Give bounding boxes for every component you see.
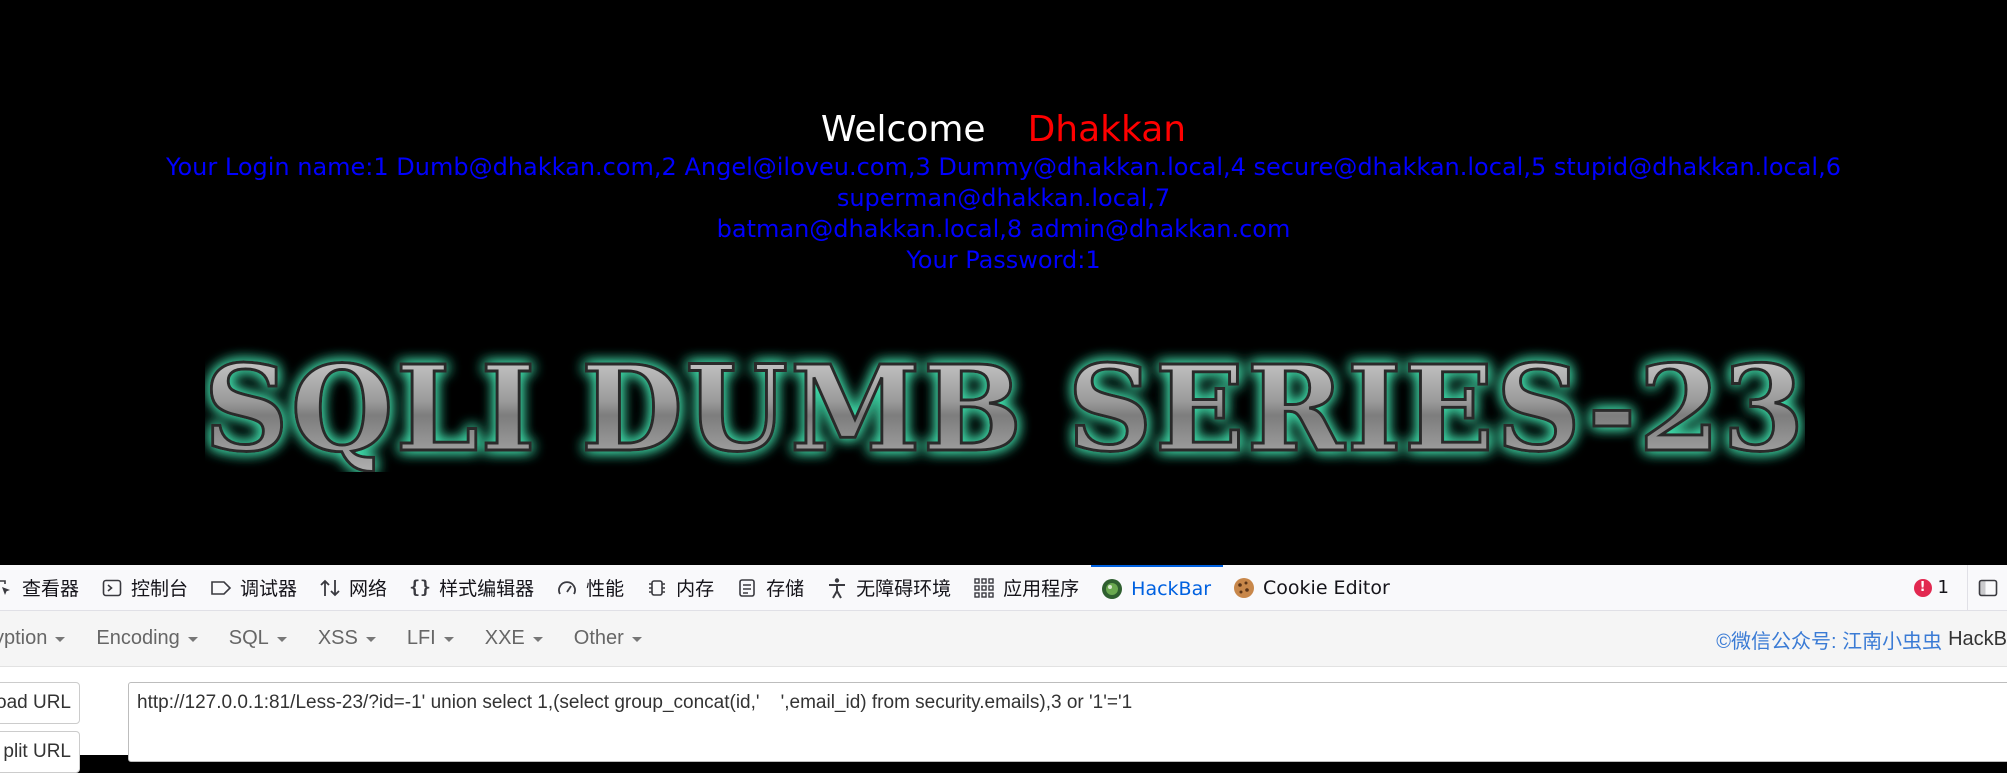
login-info: Your Login name:1 Dumb@dhakkan.com,2 Ang… — [30, 152, 1977, 276]
menu-xss[interactable]: XSS — [318, 627, 376, 650]
menu-encryption[interactable]: yption — [0, 627, 66, 650]
tab-inspector[interactable]: 查看器 — [0, 565, 91, 611]
hackbar-credit: ©微信公众号: 江南小虫虫 HackB — [1716, 627, 2007, 653]
tab-hackbar[interactable]: HackBar — [1091, 564, 1224, 611]
chevron-down-icon — [532, 637, 543, 642]
title-banner-image: SQLI DUMB SERIES-23 — [205, 342, 1805, 472]
error-count-badge[interactable]: ! 1 — [1913, 577, 1949, 598]
hackbar-icon — [1101, 578, 1123, 600]
user-name: Dhakkan — [1027, 109, 1187, 150]
performance-icon — [556, 577, 578, 599]
network-icon — [319, 577, 341, 599]
hackbar-menu: yption Encoding SQL XSS LFI XXE Other ©微… — [0, 611, 2007, 667]
menu-xxe[interactable]: XXE — [485, 627, 543, 650]
application-icon — [973, 577, 995, 599]
chevron-down-icon — [276, 637, 287, 642]
url-input[interactable]: http://127.0.0.1:81/Less-23/?id=-1' unio… — [128, 682, 2007, 762]
tab-debugger[interactable]: 调试器 — [200, 565, 309, 611]
cookie-icon — [1233, 577, 1255, 599]
devtools-tab-bar: 查看器 控制台 调试器 网络 {} 样式编辑器 性能 内存 存储 无障碍环境 应… — [0, 564, 2007, 611]
chevron-down-icon — [631, 637, 642, 642]
menu-sql[interactable]: SQL — [229, 627, 287, 650]
welcome-text: Welcome — [820, 109, 986, 150]
menu-other[interactable]: Other — [574, 627, 642, 650]
welcome-line: Welcome Dhakkan — [0, 108, 2007, 152]
storage-icon — [736, 577, 758, 599]
tab-application[interactable]: 应用程序 — [963, 565, 1091, 611]
accessibility-icon — [826, 577, 848, 599]
menu-lfi[interactable]: LFI — [407, 627, 454, 650]
password-line: Your Password:1 — [906, 246, 1101, 274]
inspector-icon — [0, 577, 14, 599]
tab-style-editor[interactable]: {} 样式编辑器 — [399, 565, 546, 611]
memory-icon — [646, 577, 668, 599]
svg-text:SQLI DUMB SERIES-23: SQLI DUMB SERIES-23 — [205, 342, 1805, 472]
hackbar-body: oad URL plit URL http://127.0.0.1:81/Les… — [0, 667, 2007, 773]
menu-encoding[interactable]: Encoding — [96, 627, 198, 650]
error-icon: ! — [1913, 578, 1932, 597]
chevron-down-icon — [55, 637, 66, 642]
devtools-panel: 查看器 控制台 调试器 网络 {} 样式编辑器 性能 内存 存储 无障碍环境 应… — [0, 564, 2007, 773]
login-name-line-2: batman@dhakkan.local,8 admin@dhakkan.com — [716, 215, 1291, 243]
chevron-down-icon — [187, 637, 198, 642]
login-name-line-1: Your Login name:1 Dumb@dhakkan.com,2 Ang… — [166, 153, 1841, 212]
debugger-icon — [210, 577, 232, 599]
tab-performance[interactable]: 性能 — [546, 565, 636, 611]
tab-cookie-editor[interactable]: Cookie Editor — [1223, 565, 1402, 611]
split-url-button[interactable]: plit URL — [0, 731, 80, 773]
tab-storage[interactable]: 存储 — [726, 565, 816, 611]
tab-memory[interactable]: 内存 — [636, 565, 726, 611]
style-editor-icon: {} — [409, 577, 431, 598]
tab-accessibility[interactable]: 无障碍环境 — [816, 565, 963, 611]
dock-side-icon[interactable] — [1967, 564, 2007, 611]
chevron-down-icon — [443, 637, 454, 642]
tab-console[interactable]: 控制台 — [91, 565, 200, 611]
chevron-down-icon — [365, 637, 376, 642]
load-url-button[interactable]: oad URL — [0, 682, 80, 724]
devtools-right-controls: ! 1 — [1913, 564, 2007, 611]
console-icon — [101, 577, 123, 599]
page-content: Welcome Dhakkan Your Login name:1 Dumb@dh… — [0, 0, 2007, 565]
tab-network[interactable]: 网络 — [309, 565, 399, 611]
